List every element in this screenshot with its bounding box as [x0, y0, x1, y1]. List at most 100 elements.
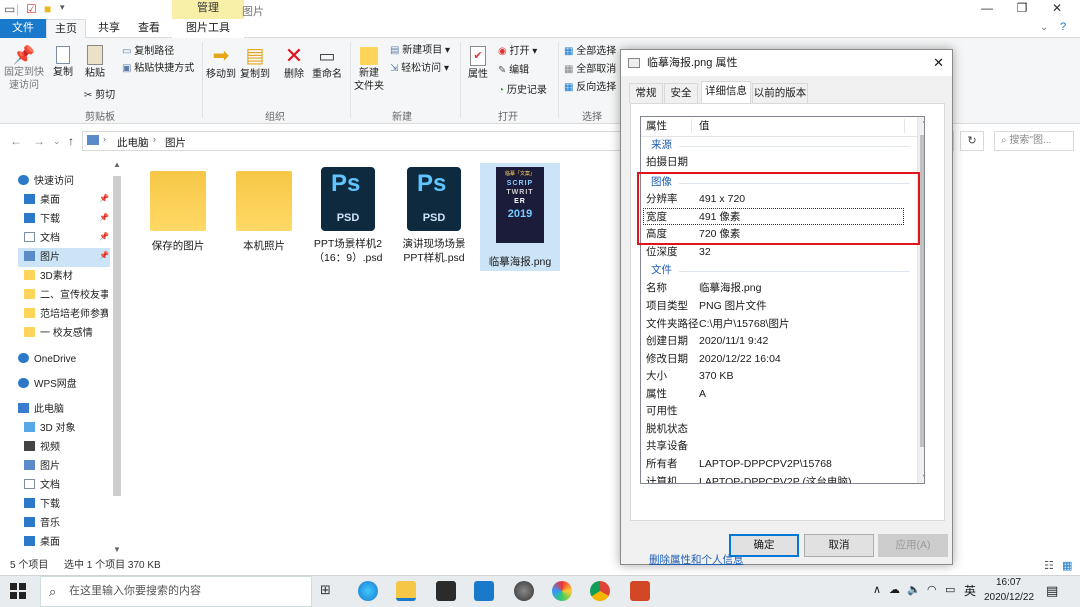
- nav-item[interactable]: 图片: [18, 248, 110, 267]
- select-all-button[interactable]: ▦ 全部选择: [564, 45, 616, 58]
- nav-item[interactable]: 桌面: [24, 533, 108, 552]
- column-header-property[interactable]: 属性: [646, 117, 667, 136]
- tab-previous-versions[interactable]: 以前的版本: [752, 83, 808, 103]
- edge-browser-icon[interactable]: [358, 581, 378, 601]
- edit-button[interactable]: ✎ 编辑: [498, 64, 529, 77]
- store-icon[interactable]: [436, 581, 456, 601]
- invert-selection-button[interactable]: ▦ 反向选择: [564, 81, 616, 94]
- cancel-button[interactable]: 取消: [804, 534, 874, 557]
- nav-item[interactable]: WPS网盘: [18, 375, 108, 394]
- nav-item[interactable]: 3D素材: [24, 267, 108, 286]
- clock-date[interactable]: 2020/12/22: [984, 592, 1034, 603]
- file-item-folder[interactable]: 保存的图片: [138, 163, 218, 253]
- battery-icon[interactable]: ▭: [945, 583, 955, 596]
- up-arrow-icon[interactable]: ↑: [68, 134, 74, 148]
- prop-row[interactable]: 项目类型 PNG 图片文件: [641, 298, 924, 315]
- mail-icon[interactable]: [474, 581, 494, 601]
- pinwheel-app-icon[interactable]: [552, 581, 572, 601]
- close-window-button[interactable]: ✕: [1040, 0, 1074, 19]
- wifi-icon[interactable]: ◠: [927, 583, 937, 596]
- chrome-icon[interactable]: [590, 581, 610, 601]
- file-explorer-icon[interactable]: [396, 581, 416, 601]
- ime-indicator[interactable]: 英: [964, 582, 976, 599]
- dialog-close-icon[interactable]: ✕: [933, 50, 944, 76]
- nav-item[interactable]: 此电脑: [18, 400, 108, 419]
- copy-to-button[interactable]: ▤ 复制到: [240, 44, 270, 81]
- recent-dropdown-icon[interactable]: ⌄: [53, 136, 61, 147]
- new-folder-button[interactable]: 新建 文件夹: [352, 44, 386, 93]
- scroll-down-icon[interactable]: ⌄: [921, 469, 924, 480]
- prop-row[interactable]: 文件夹路径 C:\用户\15768\图片: [641, 316, 924, 333]
- notifications-icon[interactable]: ▤: [1046, 583, 1058, 599]
- search-box[interactable]: ⌕ 搜索"图...: [994, 131, 1074, 151]
- pin-icon[interactable]: 📌: [99, 251, 109, 260]
- copy-path-button[interactable]: ▭ 复制路径: [122, 45, 174, 58]
- prop-row[interactable]: 所有者 LAPTOP-DPPCPV2P\15768: [641, 456, 924, 473]
- history-button[interactable]: ◔ 历史记录: [498, 84, 547, 97]
- prop-row[interactable]: 名称 临摹海报.png: [641, 280, 924, 297]
- file-item-image-selected[interactable]: 临摹「文案」 SCRIP TWRIT ER 2019 临摹海报.png: [480, 163, 560, 271]
- easy-access-button[interactable]: ⇲ 轻松访问 ▾: [390, 62, 449, 75]
- file-item-psd[interactable]: Ps PSD 演讲现场场景PPT样机.psd: [394, 163, 474, 265]
- tab-file[interactable]: 文件: [0, 19, 46, 38]
- minimize-button[interactable]: —: [970, 0, 1004, 19]
- nav-item[interactable]: 二、宣传校友事: [24, 286, 108, 305]
- select-none-button[interactable]: ▦ 全部取消: [564, 63, 616, 76]
- details-view-icon[interactable]: ☷: [1044, 559, 1054, 572]
- pin-quick-access-button[interactable]: 📌 固定到快 速访问: [4, 44, 44, 92]
- tab-general[interactable]: 常规: [629, 83, 663, 103]
- tab-view[interactable]: 查看: [132, 19, 166, 38]
- move-to-button[interactable]: ➡ 移动到: [206, 44, 236, 81]
- app-sphere-icon[interactable]: [514, 581, 534, 601]
- pin-icon[interactable]: 📌: [99, 194, 109, 203]
- paste-shortcut-button[interactable]: ▣ 粘贴快捷方式: [122, 62, 194, 75]
- nav-item[interactable]: 图片: [24, 457, 108, 476]
- tab-picture-tools[interactable]: 图片工具: [172, 19, 244, 38]
- breadcrumb-pictures[interactable]: 图片: [165, 135, 186, 150]
- scroll-up-icon[interactable]: ⌃: [921, 119, 924, 130]
- prop-row[interactable]: 拍摄日期: [641, 154, 924, 171]
- nav-item[interactable]: 桌面: [24, 191, 108, 210]
- tab-details[interactable]: 详细信息: [701, 81, 751, 104]
- nav-item[interactable]: 一 校友感情: [24, 324, 108, 343]
- quick-access-dropdown-icon[interactable]: ▾: [60, 2, 65, 13]
- prop-row[interactable]: 位深度 32: [641, 244, 924, 261]
- windows-start-icon[interactable]: [10, 583, 26, 599]
- nav-item[interactable]: 快速访问: [18, 172, 108, 191]
- apply-button[interactable]: 应用(A): [878, 534, 948, 557]
- prop-row[interactable]: 创建日期 2020/11/1 9:42: [641, 333, 924, 350]
- back-arrow-icon[interactable]: ←: [10, 134, 22, 148]
- nav-item[interactable]: 文档: [24, 229, 108, 248]
- nav-item[interactable]: OneDrive: [18, 350, 108, 369]
- nav-item[interactable]: 范培培老师参赛: [24, 305, 108, 324]
- cut-button[interactable]: ✂ 剪切: [84, 89, 115, 102]
- task-view-icon[interactable]: ⊞: [320, 582, 331, 598]
- powerpoint-icon[interactable]: [630, 581, 650, 601]
- nav-item[interactable]: 音乐: [24, 514, 108, 533]
- taskbar-search-input[interactable]: ⌕ 在这里输入你要搜索的内容: [40, 576, 312, 607]
- prop-row[interactable]: 属性 A: [641, 386, 924, 403]
- clock-time[interactable]: 16:07: [996, 577, 1021, 588]
- ok-button[interactable]: 确定: [729, 534, 799, 557]
- paste-button[interactable]: 粘贴: [82, 44, 108, 80]
- tab-security[interactable]: 安全: [664, 83, 698, 103]
- nav-item[interactable]: 文档: [24, 476, 108, 495]
- scroll-up-icon[interactable]: ▲: [113, 160, 121, 169]
- scroll-down-icon[interactable]: ▼: [113, 545, 121, 554]
- maximize-button[interactable]: ❐: [1005, 0, 1039, 19]
- prop-row[interactable]: 脱机状态: [641, 421, 924, 438]
- nav-item[interactable]: 视频: [24, 438, 108, 457]
- nav-item[interactable]: 下载: [24, 495, 108, 514]
- prop-row[interactable]: 可用性: [641, 403, 924, 420]
- tab-home[interactable]: 主页: [46, 19, 86, 39]
- delete-button[interactable]: ✕ 删除: [282, 44, 306, 81]
- tray-expand-icon[interactable]: ∧: [873, 583, 881, 596]
- large-icons-view-icon[interactable]: ▦: [1062, 559, 1072, 572]
- cloud-tray-icon[interactable]: ☁: [889, 583, 900, 596]
- scrollbar-thumb[interactable]: [920, 135, 924, 447]
- nav-item[interactable]: 下载: [24, 210, 108, 229]
- nav-item[interactable]: 3D 对象: [24, 419, 108, 438]
- properties-quick-icon[interactable]: ☑: [26, 2, 37, 16]
- nav-scrollbar-thumb[interactable]: [113, 176, 121, 496]
- column-header-value[interactable]: 值: [699, 117, 710, 136]
